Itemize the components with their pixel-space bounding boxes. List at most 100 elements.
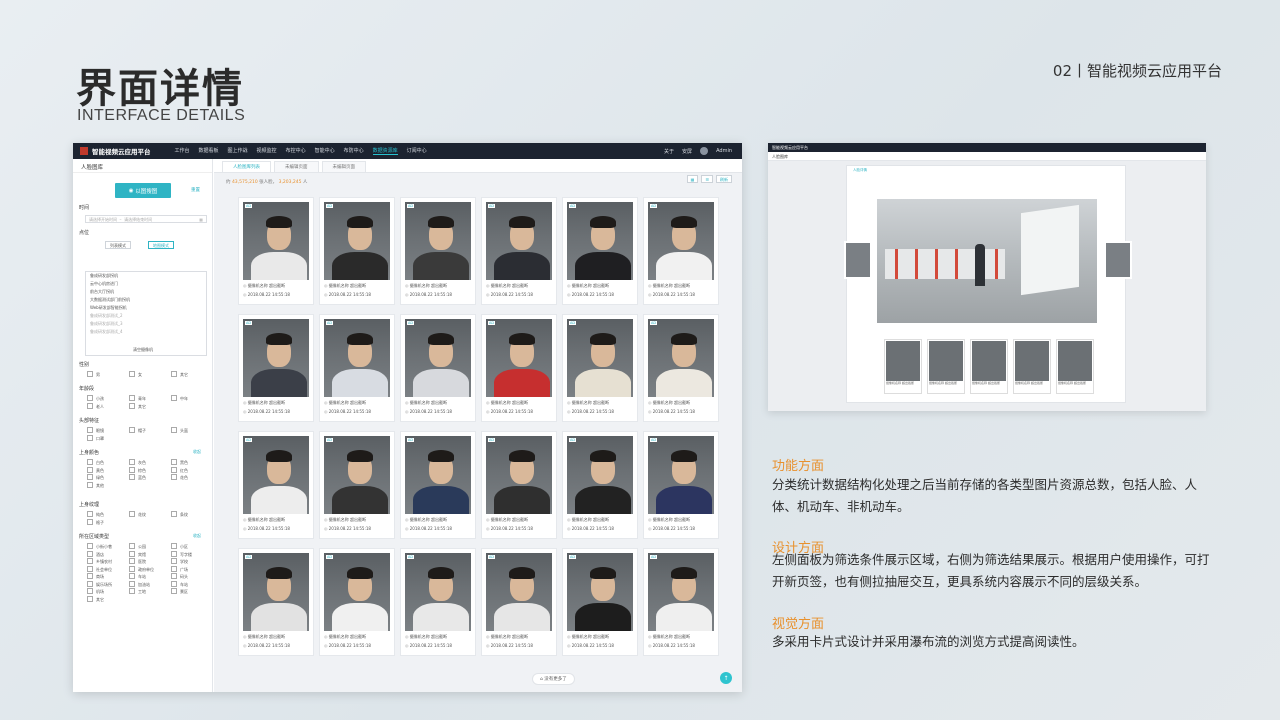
filter-checkbox[interactable]: 码头 — [171, 573, 188, 580]
filter-checkbox[interactable]: 商场 — [87, 573, 104, 580]
face-card[interactable]: AD 摄像机名称 超出截断 2018.08.22 14:55:18 — [481, 314, 557, 422]
filter-checkbox[interactable]: 帽子 — [129, 427, 146, 434]
image-search-button[interactable]: ◉ 以图搜图 — [115, 183, 171, 198]
filter-checkbox[interactable]: 景区 — [171, 588, 188, 595]
list-mode-button[interactable]: 列表模式 — [105, 241, 131, 249]
face-card[interactable]: AD 摄像机名称 超出截断 2018.08.22 14:55:18 — [562, 197, 638, 305]
face-card[interactable]: AD 摄像机名称 超出截断 2018.08.22 14:55:18 — [238, 314, 314, 422]
filter-checkbox[interactable]: 花纹 — [129, 511, 146, 518]
nav-item[interactable]: 工作台 — [175, 147, 190, 155]
face-card[interactable]: AD 摄像机名称 超出截断 2018.08.22 14:55:18 — [400, 431, 476, 539]
filter-checkbox[interactable]: 乡镇农村 — [87, 558, 112, 565]
nav-item[interactable]: 数据看板 — [199, 147, 219, 155]
face-card[interactable]: AD 摄像机名称 超出截断 2018.08.22 14:55:18 — [562, 548, 638, 656]
face-card[interactable]: AD 摄像机名称 超出截断 2018.08.22 14:55:18 — [481, 548, 557, 656]
face-card[interactable]: AD 摄像机名称 超出截断 2018.08.22 14:55:18 — [319, 548, 395, 656]
filter-checkbox[interactable]: 工地 — [129, 588, 146, 595]
filter-checkbox[interactable]: 头盔 — [171, 427, 188, 434]
detail-thumb[interactable]: 摄像机名称 超出截断 — [884, 339, 922, 394]
filter-checkbox[interactable]: 花色 — [171, 474, 188, 481]
filter-checkbox[interactable]: 老人 — [87, 403, 104, 410]
nav-item[interactable]: 图上作战 — [228, 147, 248, 155]
filter-checkbox[interactable]: 其他 — [87, 482, 104, 489]
about-link[interactable]: 关于 — [664, 148, 674, 155]
filter-checkbox[interactable]: 医院 — [129, 558, 146, 565]
filter-checkbox[interactable]: 纯色 — [87, 511, 104, 518]
filter-checkbox[interactable]: 小区 — [171, 543, 188, 550]
filter-checkbox[interactable]: 黄色 — [87, 467, 104, 474]
filter-checkbox[interactable]: 口罩 — [87, 435, 104, 442]
nav-item[interactable]: 视频监控 — [257, 147, 277, 155]
filter-checkbox[interactable]: 学校 — [171, 558, 188, 565]
face-card[interactable]: AD 摄像机名称 超出截断 2018.08.22 14:55:18 — [643, 314, 719, 422]
list-view-icon[interactable]: ☰ — [701, 175, 713, 183]
time-range-input[interactable]: 请选择开始时间 – 请选择结束时间 ▦ — [85, 215, 207, 223]
reset-button[interactable]: 重置 — [191, 187, 200, 193]
filter-checkbox[interactable]: 社会单位 — [87, 566, 112, 573]
user-name[interactable]: Admin — [716, 148, 732, 154]
filter-checkbox[interactable]: 其它 — [171, 371, 188, 378]
face-card[interactable]: AD 摄像机名称 超出截断 2018.08.22 14:55:18 — [562, 314, 638, 422]
filter-checkbox[interactable]: 其它 — [129, 403, 146, 410]
detail-thumb[interactable]: 摄像机名称 超出截断 — [1056, 339, 1094, 394]
area-collapse-button[interactable]: 收起 — [193, 533, 201, 539]
filter-checkbox[interactable]: 红色 — [171, 467, 188, 474]
filter-checkbox[interactable]: 车站 — [129, 573, 146, 580]
filter-checkbox[interactable]: 写字楼 — [171, 551, 192, 558]
filter-checkbox[interactable]: 公园 — [129, 543, 146, 550]
face-card[interactable]: AD 摄像机名称 超出截断 2018.08.22 14:55:18 — [481, 197, 557, 305]
filter-checkbox[interactable]: 小街小巷 — [87, 543, 112, 550]
filter-checkbox[interactable]: 灰色 — [129, 459, 146, 466]
detail-thumb[interactable]: 摄像机名称 超出截断 — [927, 339, 965, 394]
filter-checkbox[interactable]: 白色 — [87, 459, 104, 466]
face-card[interactable]: AD 摄像机名称 超出截断 2018.08.22 14:55:18 — [400, 548, 476, 656]
filter-checkbox[interactable]: 广场 — [171, 566, 188, 573]
filter-checkbox[interactable]: 中年 — [171, 395, 188, 402]
lock-screen-link[interactable]: 安屏 — [682, 148, 692, 155]
filter-checkbox[interactable]: 眼镜 — [87, 427, 104, 434]
avatar[interactable] — [700, 147, 709, 155]
nav-item[interactable]: 智能中心 — [315, 147, 335, 155]
filter-checkbox[interactable]: 加油站 — [129, 581, 150, 588]
camera-list-item[interactable]: 前台大厅拐机 — [86, 288, 206, 296]
collapse-button[interactable]: 收起 — [193, 449, 201, 455]
content-tab[interactable]: 未编辑页面 — [274, 161, 319, 172]
detail-thumb[interactable]: 摄像机名称 超出截断 — [1013, 339, 1051, 394]
refresh-button[interactable]: 刷新 — [716, 175, 732, 183]
next-face-thumb[interactable] — [1104, 241, 1132, 279]
nav-item[interactable]: 数据资源库 — [372, 147, 398, 155]
camera-list-item[interactable]: 鲁成研发部拐机 — [86, 272, 206, 280]
content-tab[interactable]: 人脸图库列表 — [222, 161, 271, 172]
filter-checkbox[interactable]: 小孩 — [87, 395, 104, 402]
filter-checkbox[interactable]: 青年 — [129, 395, 146, 402]
camera-list-item[interactable]: 大数据测试部门前拐机 — [86, 296, 206, 304]
filter-checkbox[interactable]: 棕色 — [129, 467, 146, 474]
nav-item[interactable]: 布控中心 — [286, 147, 306, 155]
filter-checkbox[interactable]: 政府单位 — [129, 566, 154, 573]
face-card[interactable]: AD 摄像机名称 超出截断 2018.08.22 14:55:18 — [238, 197, 314, 305]
face-card[interactable]: AD 摄像机名称 超出截断 2018.08.22 14:55:18 — [400, 314, 476, 422]
camera-list-item[interactable]: 鲁成研发部测试_2 — [86, 312, 206, 320]
face-card[interactable]: AD 摄像机名称 超出截断 2018.08.22 14:55:18 — [643, 431, 719, 539]
face-card[interactable]: AD 摄像机名称 超出截断 2018.08.22 14:55:18 — [562, 431, 638, 539]
prev-face-thumb[interactable] — [844, 241, 872, 279]
camera-list-item[interactable]: 云中心机房进门 — [86, 280, 206, 288]
filter-checkbox[interactable]: 酒店 — [87, 551, 104, 558]
face-card[interactable]: AD 摄像机名称 超出截断 2018.08.22 14:55:18 — [400, 197, 476, 305]
filter-checkbox[interactable]: 条纹 — [171, 511, 188, 518]
filter-checkbox[interactable]: 黑色 — [171, 459, 188, 466]
clear-cameras-button[interactable]: 清空摄像机 — [133, 347, 153, 353]
back-to-top-button[interactable]: ↑ — [720, 672, 732, 684]
face-card[interactable]: AD 摄像机名称 超出截断 2018.08.22 14:55:18 — [643, 548, 719, 656]
filter-checkbox[interactable]: 格子 — [87, 519, 104, 526]
face-card[interactable]: AD 摄像机名称 超出截断 2018.08.22 14:55:18 — [238, 431, 314, 539]
filter-checkbox[interactable]: 机场 — [87, 588, 104, 595]
nav-item[interactable]: 布防中心 — [344, 147, 364, 155]
detail-tab[interactable]: 人脸详情 — [847, 166, 1125, 175]
filter-checkbox[interactable]: 女 — [129, 371, 142, 378]
nav-item[interactable]: 订阅中心 — [407, 147, 427, 155]
face-card[interactable]: AD 摄像机名称 超出截断 2018.08.22 14:55:18 — [319, 431, 395, 539]
camera-list-item[interactable]: 鲁成研发部测试_4 — [86, 328, 206, 336]
filter-checkbox[interactable]: 娱乐场所 — [87, 581, 112, 588]
face-card[interactable]: AD 摄像机名称 超出截断 2018.08.22 14:55:18 — [643, 197, 719, 305]
